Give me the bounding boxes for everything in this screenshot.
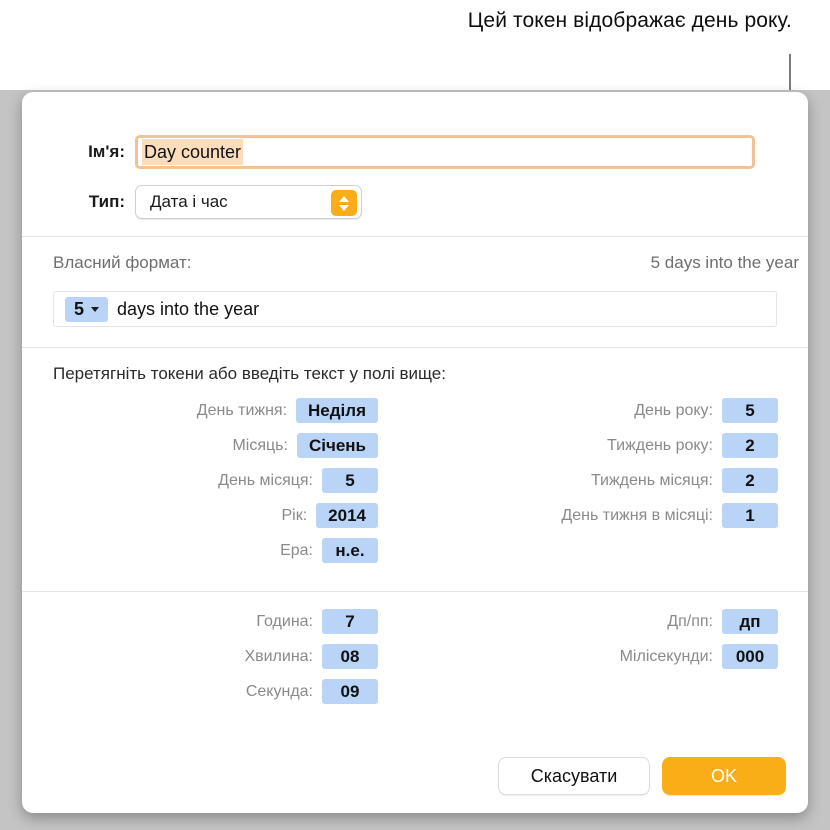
format-token-value: 5 [74,298,85,319]
custom-format-section: Власний формат: 5 days into the year 5 d… [22,237,808,347]
token-row: Тиждень місяця: 2 [378,468,778,493]
date-time-format-dialog: Ім'я: Day counter Тип: Дата і час Власни… [22,92,808,813]
callout-text: Цей токен відображає день року. [467,9,792,32]
token-milliseconds[interactable]: 000 [722,644,778,669]
token-era[interactable]: н.е. [322,538,378,563]
name-row: Ім'я: Day counter [22,135,755,169]
token-label: Рік: [281,506,308,524]
token-label: Місяць: [232,436,288,454]
custom-format-header: Власний формат: 5 days into the year [53,253,799,273]
token-row: Мілісекунди: 000 [378,644,778,669]
token-row: Місяць: Січень [22,433,378,458]
token-minute[interactable]: 08 [322,644,378,669]
token-row: День року: 5 [378,398,778,423]
token-label: Дп/пп: [667,612,713,630]
token-label: День тижня: [196,401,288,419]
token-month[interactable]: Січень [296,433,378,458]
format-token-day-of-year[interactable]: 5 [65,296,109,322]
custom-format-preview: 5 days into the year [650,253,799,272]
type-row: Тип: Дата і час [22,185,362,219]
custom-format-label: Власний формат: [53,253,192,272]
token-row: День тижня: Неділя [22,398,378,423]
date-tokens-section: Перетягніть токени або введіть текст у п… [22,348,808,591]
chevron-up-glyph [339,195,349,202]
name-input[interactable]: Day counter [135,135,755,169]
token-row: Секунда: 09 [22,679,378,704]
token-row: Ера: н.е. [22,538,378,563]
token-label: Хвилина: [244,647,313,665]
token-row: День тижня в місяці: 1 [378,503,778,528]
name-label: Ім'я: [88,142,125,161]
format-literal-text: days into the year [117,298,260,319]
token-row: Хвилина: 08 [22,644,378,669]
time-token-columns: Година: 7 Хвилина: 08 Секунда: 09 Дп/пп:… [22,609,808,704]
token-row: Рік: 2014 [22,503,378,528]
chevron-down-icon[interactable] [91,306,100,312]
type-label: Тип: [88,192,125,211]
callout-annotation: Цей токен відображає день року. [420,0,792,37]
type-select-value: Дата і час [150,192,228,211]
token-week-of-month[interactable]: 2 [722,468,778,493]
token-label: Секунда: [245,682,313,700]
cancel-button[interactable]: Скасувати [498,757,650,795]
token-label: Мілісекунди: [619,647,713,665]
token-label: Тиждень місяця: [590,471,713,489]
token-row: Тиждень року: 2 [378,433,778,458]
token-label: День року: [634,401,713,419]
token-label: Година: [256,612,313,630]
token-label: Тиждень року: [607,436,713,454]
token-am-pm[interactable]: дп [722,609,778,634]
chevron-up-down-icon[interactable] [331,190,357,216]
dialog-top-section: Ім'я: Day counter Тип: Дата і час [22,92,808,236]
dialog-footer: Скасувати OK [498,757,786,795]
token-label: Ера: [280,541,313,559]
token-day-of-year[interactable]: 5 [722,398,778,423]
time-token-column-left: Година: 7 Хвилина: 08 Секунда: 09 [22,609,378,704]
token-weekday[interactable]: Неділя [296,398,378,423]
token-row: День місяця: 5 [22,468,378,493]
date-token-columns: День тижня: Неділя Місяць: Січень День м… [22,398,808,563]
drag-instruction: Перетягніть токени або введіть текст у п… [53,364,446,383]
token-weekday-of-month[interactable]: 1 [722,503,778,528]
name-input-value: Day counter [142,139,244,165]
chevron-down-glyph [339,204,349,211]
time-tokens-section: Година: 7 Хвилина: 08 Секунда: 09 Дп/пп:… [22,592,808,720]
date-token-column-right: День року: 5 Тиждень року: 2 Тиждень міс… [378,398,778,563]
time-token-column-right: Дп/пп: дп Мілісекунди: 000 [378,609,778,704]
date-token-column-left: День тижня: Неділя Місяць: Січень День м… [22,398,378,563]
token-label: День тижня в місяці: [561,506,713,524]
token-row: Дп/пп: дп [378,609,778,634]
token-second[interactable]: 09 [322,679,378,704]
token-row: Година: 7 [22,609,378,634]
type-select[interactable]: Дата і час [135,185,362,219]
ok-button[interactable]: OK [662,757,786,795]
custom-format-input[interactable]: 5 days into the year [53,291,777,327]
token-week-of-year[interactable]: 2 [722,433,778,458]
token-label: День місяця: [218,471,313,489]
token-hour[interactable]: 7 [322,609,378,634]
token-year[interactable]: 2014 [316,503,378,528]
token-day-of-month[interactable]: 5 [322,468,378,493]
